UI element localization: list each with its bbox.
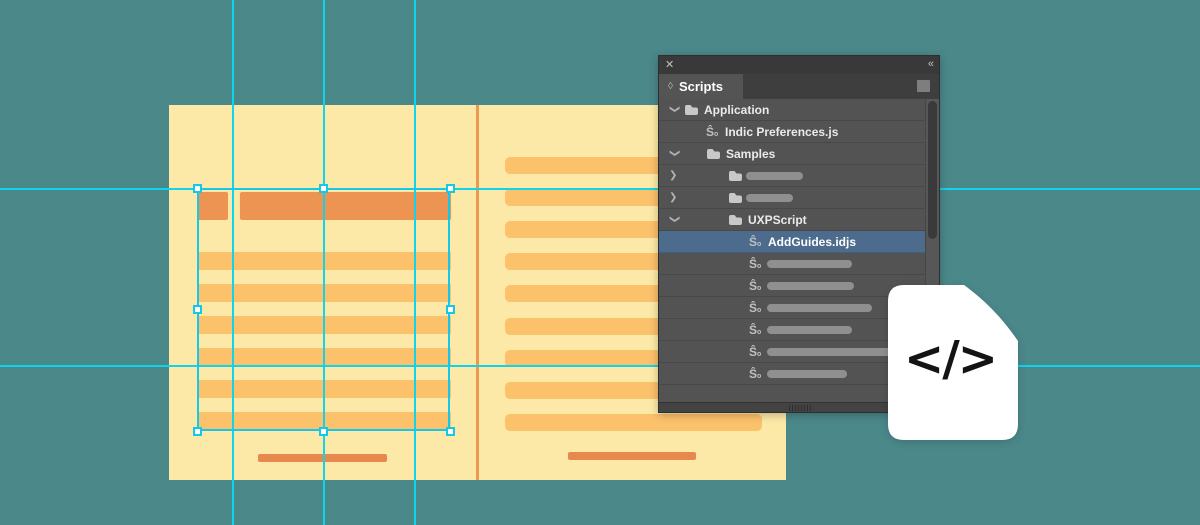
scrollbar-thumb[interactable]	[928, 101, 937, 239]
folder-placeholder[interactable]: ❯	[659, 187, 929, 209]
script-file-icon: Ŝo	[749, 322, 761, 341]
selection-handle[interactable]	[446, 305, 455, 314]
chevron-right-icon[interactable]: ❯	[669, 191, 679, 205]
panel-menu-icon[interactable]	[917, 80, 930, 92]
redacted-name-bar	[767, 348, 892, 356]
tree-script-indic-preferences-js[interactable]: Ŝo Indic Preferences.js	[659, 121, 929, 143]
redacted-name-bar	[746, 172, 803, 180]
page-fold-line	[476, 105, 479, 480]
ruler-guide-horizontal[interactable]	[0, 365, 1200, 367]
folder-icon	[728, 214, 742, 225]
tree-row-label: UXPScript	[748, 213, 807, 227]
redacted-name-bar	[767, 304, 872, 312]
selection-handle[interactable]	[193, 184, 202, 193]
script-file-icon: Ŝo	[749, 366, 761, 385]
tab-scripts[interactable]: ◊ Scripts	[659, 74, 743, 99]
panel-state-icon: ◊	[668, 82, 673, 92]
tree-folder-application[interactable]: ❯ Application	[659, 99, 929, 121]
chevron-down-icon[interactable]: ❯	[667, 149, 681, 159]
tree-row-label: Application	[704, 103, 769, 117]
redacted-name-bar	[767, 370, 847, 378]
panel-tab-label: Scripts	[679, 79, 723, 94]
panel-titlebar: ✕ «	[659, 56, 939, 74]
code-file-icon: </>	[888, 285, 1018, 440]
redacted-name-bar	[746, 194, 793, 202]
selection-handle[interactable]	[193, 305, 202, 314]
tree-folder-samples[interactable]: ❯ Samples	[659, 143, 929, 165]
script-file-icon: Ŝo	[706, 124, 718, 143]
close-icon[interactable]: ✕	[665, 57, 674, 73]
chevron-right-icon[interactable]: ❯	[669, 169, 679, 183]
collapse-panel-icon[interactable]: «	[928, 56, 933, 72]
tree-row-label: Samples	[726, 147, 775, 161]
panel-tabbar: ◊ Scripts	[659, 74, 939, 99]
chevron-down-icon[interactable]: ❯	[667, 215, 681, 225]
redacted-name-bar	[767, 282, 854, 290]
chevron-down-icon[interactable]: ❯	[667, 105, 681, 115]
script-file-icon: Ŝo	[749, 300, 761, 319]
script-file-icon: Ŝo	[749, 256, 761, 275]
body-text-line	[505, 414, 762, 431]
selection-handle[interactable]	[446, 427, 455, 436]
tree-row-label: Indic Preferences.js	[725, 125, 838, 139]
tree-row-label: AddGuides.idjs	[768, 235, 856, 249]
code-glyph: </>	[888, 331, 1012, 387]
tree-folder-uxpscript[interactable]: ❯ UXPScript	[659, 209, 929, 231]
script-file-icon: Ŝo	[749, 278, 761, 297]
script-file-icon: Ŝo	[749, 234, 761, 253]
selection-handle[interactable]	[193, 427, 202, 436]
folder-icon	[728, 170, 742, 181]
folder-icon	[684, 104, 698, 115]
selection-handle[interactable]	[446, 184, 455, 193]
folder-placeholder[interactable]: ❯	[659, 165, 929, 187]
selected-text-frame[interactable]	[197, 188, 450, 431]
tree-script-addguides-idjs[interactable]: Ŝo AddGuides.idjs	[659, 231, 929, 253]
pasteboard-canvas: ✕ « ◊ Scripts ❯ Application Ŝo Indic Prefer…	[0, 0, 1200, 525]
folder-icon	[706, 148, 720, 159]
selection-handle[interactable]	[319, 427, 328, 436]
page-footer-line	[568, 452, 696, 460]
redacted-name-bar	[767, 260, 852, 268]
selection-handle[interactable]	[319, 184, 328, 193]
panel-resize-grip[interactable]	[789, 405, 813, 411]
script-placeholder[interactable]: Ŝo	[659, 253, 929, 275]
ruler-guide-horizontal[interactable]	[0, 188, 1200, 190]
folder-icon	[728, 192, 742, 203]
script-file-icon: Ŝo	[749, 344, 761, 363]
redacted-name-bar	[767, 326, 852, 334]
